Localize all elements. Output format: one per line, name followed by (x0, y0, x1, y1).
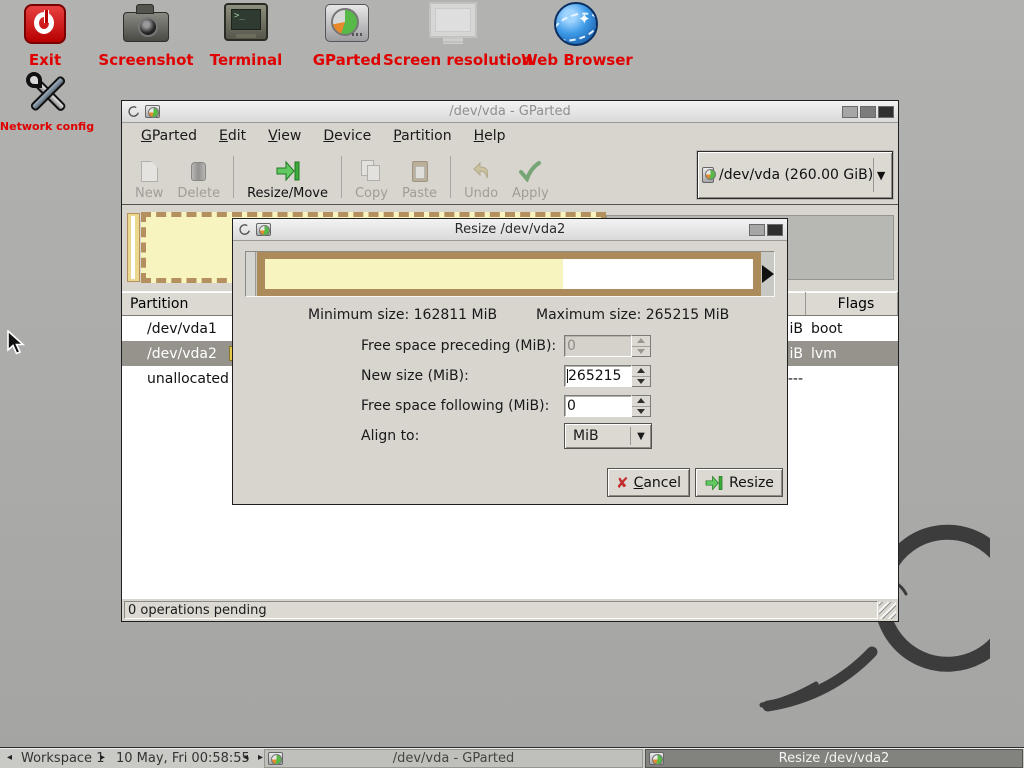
gparted-icon[interactable] (325, 4, 369, 42)
align-dropdown-arrow-icon: ▼ (631, 431, 651, 442)
copy-icon (361, 160, 381, 182)
toolbar-separator (233, 156, 234, 198)
menu-device[interactable]: Device (312, 126, 382, 146)
resize-right-handle-arrow-icon[interactable] (762, 265, 774, 283)
new-size-spinner[interactable] (632, 365, 651, 387)
resize-move-button[interactable]: Resize/Move (240, 152, 335, 202)
window-swirl-icon (238, 223, 252, 237)
desktop-label-network-config[interactable]: Network config (0, 120, 108, 133)
taskbar-task-gparted[interactable]: /dev/vda - GParted (264, 749, 643, 768)
device-selector[interactable]: /dev/vda (260.00 GiB) ▼ (697, 151, 893, 199)
device-disk-icon (702, 167, 714, 183)
menu-help[interactable]: Help (463, 126, 517, 146)
column-header-flags[interactable]: Flags (806, 292, 898, 315)
new-button[interactable]: New (128, 152, 170, 202)
dialog-close-button[interactable] (767, 224, 783, 236)
window-resize-grip[interactable] (879, 602, 896, 619)
exit-icon[interactable] (24, 4, 66, 44)
menu-view[interactable]: View (257, 126, 312, 146)
apply-button[interactable]: Apply (505, 152, 556, 202)
mouse-cursor (6, 330, 28, 356)
taskbar-clock: 10 May, Fri 00:58:55 (116, 751, 250, 766)
free-space-preceding-label: Free space preceding (MiB): (361, 338, 556, 354)
used-space-bar (265, 259, 563, 289)
main-titlebar[interactable]: /dev/vda - GParted (122, 101, 898, 123)
dialog-titlebar[interactable]: Resize /dev/vda2 (233, 219, 787, 241)
toolbar-separator (450, 156, 451, 198)
diskbar-vda1[interactable] (127, 213, 140, 282)
tasklist-prev-arrow[interactable]: ◂ (243, 752, 248, 763)
close-button[interactable] (878, 106, 894, 118)
minimum-size-label: Minimum size: 162811 MiB (308, 307, 497, 323)
menubar: GParted Edit View Device Partition Help (122, 123, 898, 148)
menu-partition[interactable]: Partition (382, 126, 462, 146)
screenshot-icon[interactable] (123, 0, 169, 42)
free-space-preceding-spinner (632, 335, 651, 357)
align-to-value: MiB (573, 428, 599, 444)
resize-arrow-icon (704, 475, 724, 491)
paste-button[interactable]: Paste (395, 152, 444, 202)
undo-icon (470, 158, 492, 184)
desktop-label-exit[interactable]: Exit (0, 51, 90, 69)
gparted-window-icon (256, 223, 271, 236)
web-browser-icon[interactable]: ✦ (554, 2, 598, 46)
gparted-window-icon (145, 105, 160, 118)
window-swirl-icon (127, 105, 141, 119)
cancel-x-icon: ✘ (616, 474, 629, 492)
free-space-following-field[interactable]: 0 (564, 395, 632, 417)
screen-resolution-icon[interactable] (429, 2, 477, 38)
maximize-button[interactable] (860, 106, 876, 118)
undo-button[interactable]: Undo (457, 152, 505, 202)
resize-left-handle[interactable] (246, 252, 256, 296)
delete-button[interactable]: Delete (170, 152, 227, 202)
status-text: 0 operations pending (124, 601, 878, 619)
device-dropdown-arrow-icon: ▼ (874, 169, 888, 182)
tasklist-next-arrow[interactable]: ▸ (258, 752, 263, 763)
new-size-label: New size (MiB): (361, 368, 469, 384)
paste-icon (412, 161, 428, 182)
network-config-icon[interactable] (26, 72, 70, 116)
minimize-button[interactable] (842, 106, 858, 118)
new-partition-icon (141, 161, 158, 182)
workspace-prev-arrow[interactable]: ◂ (7, 752, 12, 763)
new-size-field[interactable]: 265215 (564, 365, 632, 387)
resize-slider[interactable] (245, 251, 775, 297)
resize-dialog: Resize /dev/vda2 Minimum size: 162811 Mi… (232, 218, 788, 505)
cancel-button[interactable]: ✘ Cancel (607, 468, 690, 497)
align-to-label: Align to: (361, 428, 419, 444)
resize-button[interactable]: Resize (695, 468, 783, 497)
main-window-title: /dev/vda - GParted (122, 104, 898, 119)
column-header-partition[interactable]: Partition (122, 292, 234, 315)
terminal-icon[interactable]: >_ (224, 3, 268, 41)
toolbar-separator (341, 156, 342, 198)
workspace-label: Workspace 1 (21, 751, 104, 766)
taskbar-task-resize-dialog[interactable]: Resize /dev/vda2 (645, 749, 1023, 768)
dialog-title: Resize /dev/vda2 (233, 222, 787, 237)
free-space-following-label: Free space following (MiB): (361, 398, 549, 414)
taskbar: ◂ Workspace 1 ▸ 10 May, Fri 00:58:55 ◂ ▸… (0, 747, 1024, 768)
delete-icon (191, 162, 206, 181)
status-bar: 0 operations pending (122, 599, 898, 621)
copy-button[interactable]: Copy (348, 152, 395, 202)
menu-edit[interactable]: Edit (208, 126, 257, 146)
menu-gparted[interactable]: GParted (130, 126, 208, 146)
apply-icon (518, 158, 542, 184)
desktop-label-screen-resolution[interactable]: Screen resolution (383, 51, 523, 69)
free-space-preceding-field: 0 (564, 335, 632, 357)
partition-frame (257, 252, 761, 296)
desktop-label-web-browser[interactable]: Web Browser (507, 51, 647, 69)
maximum-size-label: Maximum size: 265215 MiB (536, 307, 729, 323)
device-selector-value: /dev/vda (260.00 GiB) (719, 167, 873, 183)
dialog-maximize-button[interactable] (749, 224, 765, 236)
resize-move-icon (275, 158, 301, 184)
free-space-following-spinner[interactable] (632, 395, 651, 417)
align-to-dropdown[interactable]: MiB ▼ (564, 423, 652, 449)
toolbar: New Delete Resize/Move Copy Paste Undo (122, 148, 898, 205)
workspace-next-arrow[interactable]: ▸ (100, 752, 105, 763)
